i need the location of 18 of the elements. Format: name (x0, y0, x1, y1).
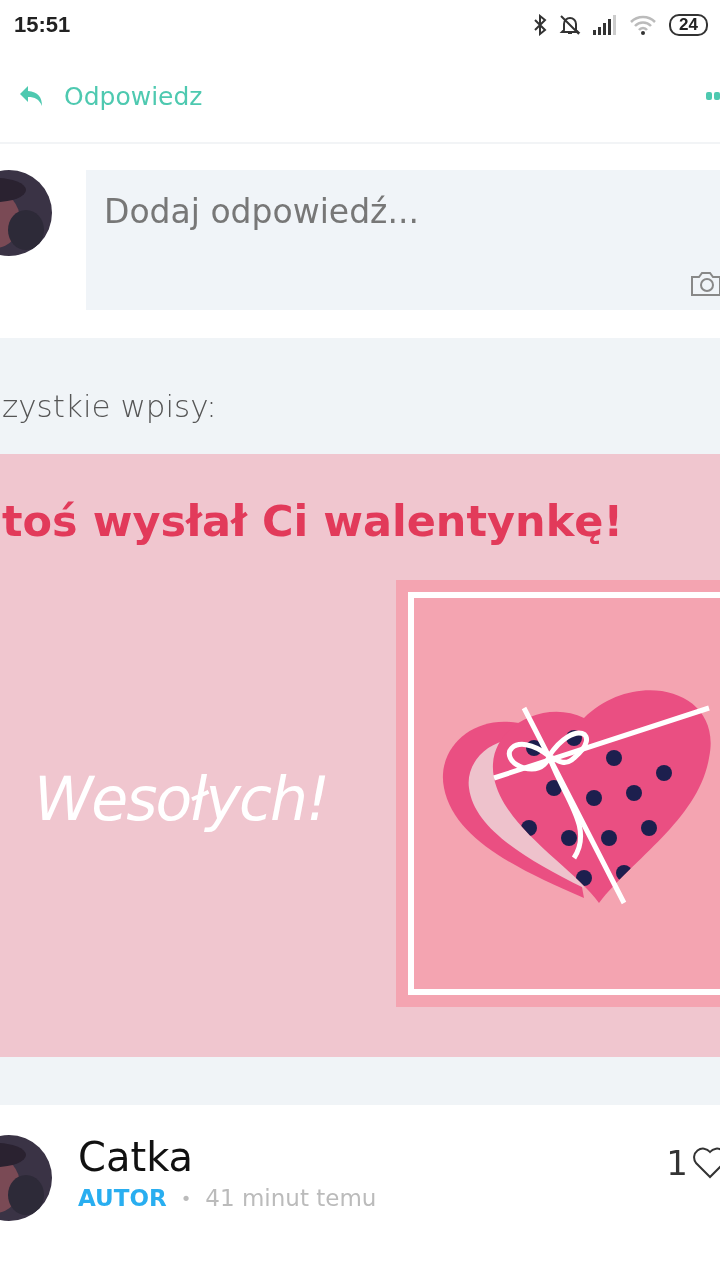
like-count: 1 (666, 1143, 688, 1183)
feed-heading: zystkie wpisy: (2, 388, 218, 424)
bell-muted-icon (559, 14, 582, 36)
signal-icon (593, 15, 618, 35)
author-name: Catka (78, 1135, 195, 1179)
reply-field[interactable]: Dodaj odpowiedź... (86, 170, 720, 310)
separator: • (180, 1187, 192, 1209)
more-icon[interactable] (706, 92, 720, 100)
heart-icon[interactable] (692, 1147, 720, 1179)
bluetooth-icon (533, 14, 548, 36)
post-time: 41 minut temu (205, 1185, 377, 1211)
reply-link[interactable]: Odpowiedz (64, 81, 203, 111)
role-label: AUTOR (78, 1185, 167, 1211)
card-title: toś wysłał Ci walentynkę! (1, 495, 624, 546)
status-time: 15:51 (14, 12, 71, 38)
battery-level: 24 (669, 14, 708, 36)
wifi-icon (629, 15, 658, 35)
greeting-text: Wesołych! (33, 763, 329, 834)
